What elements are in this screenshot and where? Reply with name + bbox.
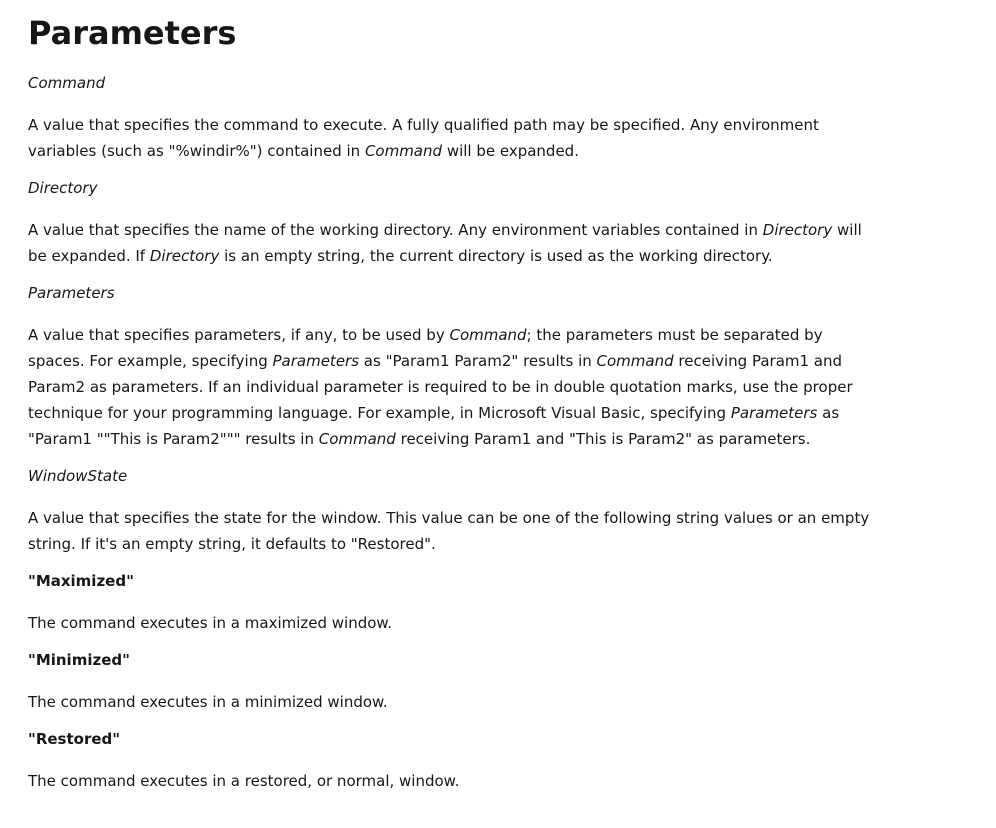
value-desc-minimized: The command executes in a minimized wind…	[28, 693, 388, 711]
value-name-minimized: "Minimized"	[28, 651, 130, 669]
value-desc-maximized: The command executes in a maximized wind…	[28, 614, 393, 632]
value-name-restored: "Restored"	[28, 730, 121, 748]
param-desc-parameters: A value that specifies parameters, if an…	[28, 326, 853, 448]
param-name-windowstate: WindowState	[28, 467, 128, 485]
page-title: Parameters	[28, 14, 237, 52]
param-name-parameters: Parameters	[28, 284, 115, 302]
value-name-maximized: "Maximized"	[28, 572, 134, 590]
value-desc-restored: The command executes in a restored, or n…	[28, 772, 460, 790]
param-desc-windowstate: A value that specifies the state for the…	[28, 509, 870, 553]
param-name-directory: Directory	[28, 179, 98, 197]
param-name-command: Command	[28, 74, 106, 92]
param-desc-command: A value that specifies the command to ex…	[28, 116, 819, 160]
param-desc-directory: A value that specifies the name of the w…	[28, 221, 862, 265]
document-page: Parameters Command A value that specifie…	[0, 0, 996, 828]
